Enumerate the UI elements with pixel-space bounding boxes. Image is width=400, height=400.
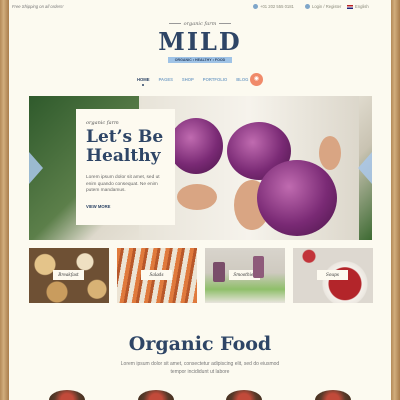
hero-image-cabbage [169,118,223,174]
cart-icon: ◉ [253,76,260,82]
logo-subtitle: ORGANIC • HEALTHY • FOOD [168,57,232,63]
tile-label: Smoothies [229,270,260,280]
language-label: English [355,4,369,9]
shipping-notice: Free Shipping on all orders! [12,4,64,9]
main-nav: HOME PAGES SHOP PORTFOLIO BLOG [137,77,248,86]
product-image[interactable] [137,390,174,400]
category-tiles: Breakfast Salads Smoothies Soups [29,248,373,303]
hero-image-hand [177,184,217,210]
hero-card: organic farm Let’s Be Healthy Lorem ipsu… [76,109,175,225]
tile-breakfast[interactable]: Breakfast [29,248,109,303]
phone-contact[interactable]: +01 202 555 0181 [253,4,294,9]
hero-slider: organic farm Let’s Be Healthy Lorem ipsu… [29,96,372,240]
nav-item-home[interactable]: HOME [137,77,150,86]
wood-frame-left [0,0,9,400]
nav-item-blog[interactable]: BLOG [236,77,248,86]
page: Free Shipping on all orders! +01 202 555… [9,0,391,400]
flag-icon [347,4,353,9]
hero-card-tagline: organic farm [86,120,119,126]
tile-salads[interactable]: Salads [117,248,197,303]
tile-smoothies[interactable]: Smoothies [205,248,285,303]
login-label: Login / Register [312,4,342,9]
top-bar: Free Shipping on all orders! +01 202 555… [9,0,391,13]
nav-item-pages[interactable]: PAGES [159,77,173,86]
phone-icon [253,4,258,9]
section-text: Lorem ipsum dolor sit amet, consectetur … [120,361,280,375]
hero-image-hand [319,136,341,170]
language-selector[interactable]: English [347,4,369,9]
product-image[interactable] [226,390,263,400]
user-icon [305,4,310,9]
login-link[interactable]: Login / Register [305,4,341,9]
tile-soups[interactable]: Soups [293,248,373,303]
nav-item-portfolio[interactable]: PORTFOLIO [203,77,227,86]
tile-label: Salads [141,270,172,280]
logo[interactable]: MILD [9,27,391,56]
slider-next-arrow[interactable] [358,152,372,184]
hero-text: Lorem ipsum dolor sit amet, sed ut enim … [86,175,160,193]
tile-label: Soups [317,270,348,280]
section-title: Organic Food [128,333,272,355]
product-image[interactable] [49,390,85,400]
product-image[interactable] [314,390,351,400]
hero-title: Let’s Be Healthy [86,127,164,166]
cart-button[interactable]: ◉ [250,73,263,86]
view-more-link[interactable]: VIEW MORE [86,204,110,209]
slider-prev-arrow[interactable] [29,152,43,184]
wood-frame-right [391,0,400,400]
nav-item-shop[interactable]: SHOP [182,77,194,86]
tile-label: Breakfast [53,270,84,280]
product-row [49,390,351,400]
phone-number: +01 202 555 0181 [260,4,294,9]
hero-image-cabbage [257,160,337,236]
